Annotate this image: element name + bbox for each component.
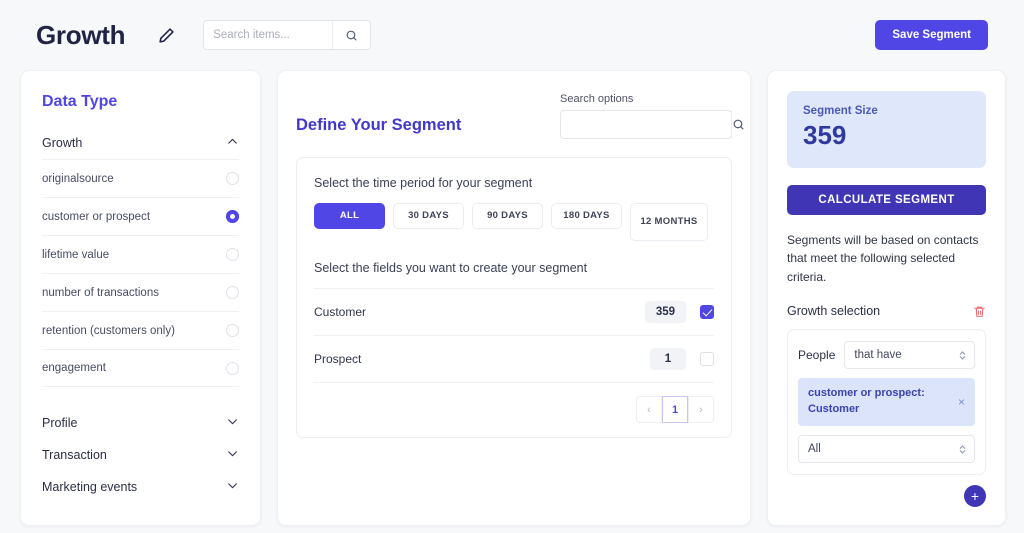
- field-row-prospect[interactable]: Prospect 1: [314, 335, 714, 382]
- field-name: Prospect: [314, 352, 650, 366]
- criteria-tag-remove-icon[interactable]: ×: [958, 396, 965, 408]
- sidebar-group-label: Marketing events: [42, 480, 137, 494]
- pencil-icon[interactable]: [153, 22, 179, 48]
- pagination: ‹ 1 ›: [314, 382, 714, 423]
- period-button-30-days[interactable]: 30 DAYS: [393, 203, 464, 229]
- search-icon[interactable]: [332, 21, 370, 49]
- field-name: Customer: [314, 305, 645, 319]
- sidebar-group-profile[interactable]: Profile: [42, 407, 239, 439]
- chevron-up-icon: [226, 135, 239, 151]
- stepper-caret-icon: [959, 444, 966, 455]
- criteria-tag-line2: Customer: [808, 403, 859, 415]
- search-options-group: Search options: [560, 93, 732, 139]
- define-segment-header: Define Your Segment Search options: [296, 93, 732, 157]
- data-type-sidebar: Data Type Growth originalsource customer…: [20, 70, 261, 526]
- stepper-caret-icon: [959, 350, 966, 361]
- segment-description: Segments will be based on contacts that …: [787, 231, 986, 287]
- period-button-180-days[interactable]: 180 DAYS: [551, 203, 622, 229]
- page-title: Growth: [36, 20, 125, 51]
- search-options-label: Search options: [560, 93, 732, 105]
- radio-lifetime-value[interactable]: [226, 248, 239, 261]
- option-label: engagement: [42, 362, 106, 374]
- period-button-90-days[interactable]: 90 DAYS: [472, 203, 543, 229]
- chevron-down-icon: [226, 447, 239, 463]
- sidebar-option-engagement[interactable]: engagement: [42, 349, 239, 387]
- pagination-prev[interactable]: ‹: [636, 396, 662, 423]
- period-button-12-months[interactable]: 12 MONTHS: [630, 203, 708, 241]
- condition-select[interactable]: that have: [844, 341, 975, 369]
- sidebar-title: Data Type: [42, 93, 239, 111]
- criteria-condition-row: People that have: [798, 341, 975, 369]
- chevron-down-icon: [226, 479, 239, 495]
- criteria-box: People that have customer or prospect: C…: [787, 329, 986, 475]
- option-label: originalsource: [42, 173, 114, 185]
- segment-size-label: Segment Size: [803, 105, 970, 117]
- field-row-customer[interactable]: Customer 359: [314, 288, 714, 335]
- field-count: 1: [650, 348, 686, 370]
- fields-label: Select the fields you want to create you…: [314, 261, 714, 275]
- save-segment-button[interactable]: Save Segment: [875, 20, 988, 50]
- sidebar-group-marketing-events[interactable]: Marketing events: [42, 471, 239, 503]
- segment-fields-card: Select the time period for your segment …: [296, 157, 732, 438]
- criteria-tag: customer or prospect: Customer ×: [798, 378, 975, 426]
- criteria-tag-line1: customer or prospect:: [808, 387, 925, 399]
- define-segment-panel: Define Your Segment Search options Selec…: [277, 70, 751, 526]
- sidebar-group-label: Profile: [42, 416, 77, 430]
- radio-customer-or-prospect[interactable]: [226, 210, 239, 223]
- radio-originalsource[interactable]: [226, 172, 239, 185]
- period-button-all[interactable]: ALL: [314, 203, 385, 229]
- app-header: Growth Save Segment: [0, 0, 1024, 70]
- criteria-tag-text: customer or prospect: Customer: [808, 386, 952, 418]
- radio-retention[interactable]: [226, 324, 239, 337]
- main-board: Data Type Growth originalsource customer…: [0, 70, 1024, 526]
- pagination-next[interactable]: ›: [688, 396, 714, 423]
- field-count: 359: [645, 301, 686, 323]
- pagination-page-1[interactable]: 1: [662, 396, 688, 423]
- search-options-field[interactable]: [560, 110, 732, 139]
- sidebar-option-originalsource[interactable]: originalsource: [42, 159, 239, 197]
- search-options-icon[interactable]: [731, 111, 745, 138]
- growth-selection-title: Growth selection: [787, 304, 880, 318]
- option-label: number of transactions: [42, 287, 159, 299]
- sidebar-option-number-of-transactions[interactable]: number of transactions: [42, 273, 239, 311]
- condition-value: that have: [854, 349, 901, 361]
- add-criteria-button[interactable]: +: [964, 485, 986, 507]
- field-checkbox-prospect[interactable]: [700, 352, 714, 366]
- sidebar-group-transaction[interactable]: Transaction: [42, 439, 239, 471]
- option-label: lifetime value: [42, 249, 109, 261]
- radio-number-of-transactions[interactable]: [226, 286, 239, 299]
- time-period-buttons: ALL 30 DAYS 90 DAYS 180 DAYS 12 MONTHS: [314, 203, 714, 241]
- header-search[interactable]: [203, 20, 371, 50]
- segment-size-value: 359: [803, 121, 970, 150]
- option-label: retention (customers only): [42, 325, 175, 337]
- define-segment-title: Define Your Segment: [296, 116, 461, 139]
- sidebar-option-customer-or-prospect[interactable]: customer or prospect: [42, 197, 239, 235]
- radio-engagement[interactable]: [226, 362, 239, 375]
- search-options-input[interactable]: [561, 111, 731, 138]
- sidebar-option-lifetime-value[interactable]: lifetime value: [42, 235, 239, 273]
- sidebar-option-retention[interactable]: retention (customers only): [42, 311, 239, 349]
- option-label: customer or prospect: [42, 211, 150, 223]
- search-input[interactable]: [204, 21, 332, 49]
- sidebar-group-label: Growth: [42, 136, 82, 150]
- scope-value: All: [808, 443, 821, 455]
- sidebar-group-label: Transaction: [42, 448, 107, 462]
- sidebar-group-growth[interactable]: Growth: [42, 127, 239, 159]
- calculate-segment-button[interactable]: CALCULATE SEGMENT: [787, 185, 986, 215]
- growth-selection-header: Growth selection: [787, 304, 986, 318]
- field-checkbox-customer[interactable]: [700, 305, 714, 319]
- people-label: People: [798, 348, 835, 362]
- segment-size-card: Segment Size 359: [787, 91, 986, 168]
- trash-icon[interactable]: [973, 305, 986, 318]
- time-period-label: Select the time period for your segment: [314, 176, 714, 190]
- chevron-down-icon: [226, 415, 239, 431]
- segment-summary-panel: Segment Size 359 CALCULATE SEGMENT Segme…: [767, 70, 1006, 526]
- scope-select[interactable]: All: [798, 435, 975, 463]
